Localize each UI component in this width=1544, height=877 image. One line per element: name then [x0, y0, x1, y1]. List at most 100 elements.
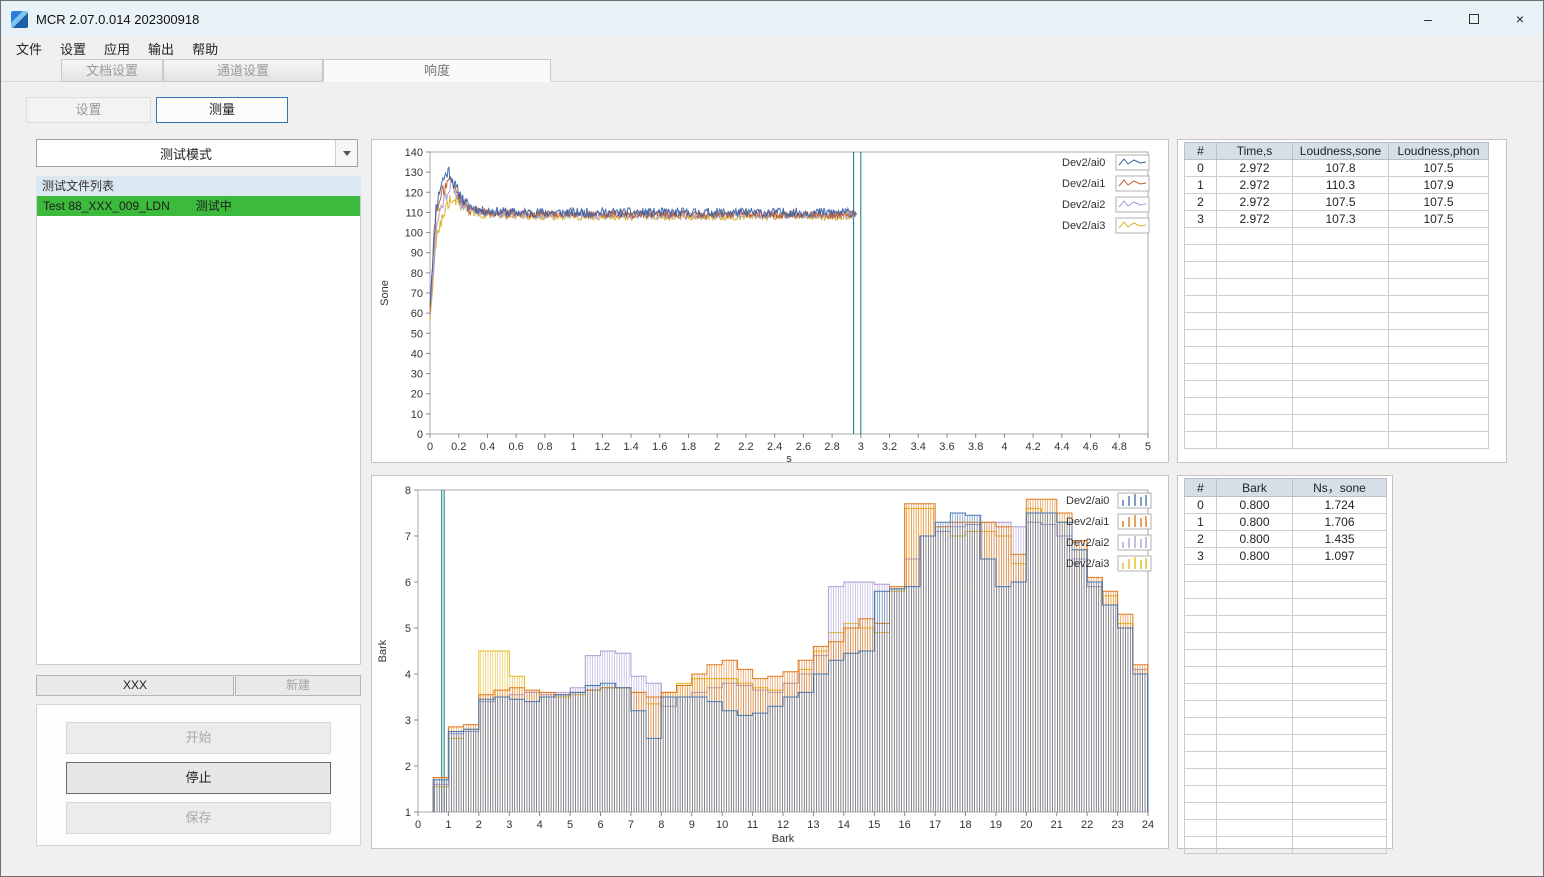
svg-text:1: 1 — [445, 819, 451, 831]
menu-help[interactable]: 帮助 — [183, 37, 227, 60]
column-header[interactable]: # — [1184, 478, 1217, 497]
svg-text:20: 20 — [411, 389, 423, 401]
svg-text:11: 11 — [747, 819, 758, 831]
svg-text:1: 1 — [405, 807, 411, 819]
table-row[interactable]: 2 2.972 107.5 107.5 — [1184, 193, 1489, 211]
svg-text:4.2: 4.2 — [1025, 441, 1040, 453]
svg-text:4: 4 — [405, 669, 411, 681]
column-header[interactable]: Loudness,sone — [1292, 142, 1389, 160]
svg-text:60: 60 — [411, 308, 423, 320]
svg-text:0.4: 0.4 — [480, 441, 495, 453]
svg-text:5: 5 — [1145, 441, 1151, 453]
table-empty-row — [1184, 564, 1387, 582]
svg-text:Dev2/ai0: Dev2/ai0 — [1062, 157, 1105, 169]
table-empty-row — [1184, 329, 1489, 347]
close-button[interactable]: × — [1497, 1, 1543, 37]
svg-text:30: 30 — [411, 369, 423, 381]
menu-file[interactable]: 文件 — [7, 37, 51, 60]
svg-text:80: 80 — [411, 268, 423, 280]
table-row[interactable]: 2 0.800 1.435 — [1184, 530, 1387, 548]
svg-text:3.2: 3.2 — [882, 441, 897, 453]
svg-text:13: 13 — [807, 819, 819, 831]
table-empty-row — [1184, 227, 1489, 245]
svg-text:0: 0 — [415, 819, 421, 831]
svg-text:Dev2/ai3: Dev2/ai3 — [1066, 558, 1109, 570]
table-empty-row — [1184, 734, 1387, 752]
svg-text:10: 10 — [411, 409, 423, 421]
column-header[interactable]: Time,s — [1216, 142, 1293, 160]
svg-text:3: 3 — [858, 441, 864, 453]
table-empty-row — [1184, 785, 1387, 803]
svg-text:1.4: 1.4 — [623, 441, 638, 453]
menu-settings[interactable]: 设置 — [51, 37, 95, 60]
svg-text:19: 19 — [990, 819, 1002, 831]
svg-text:6: 6 — [597, 819, 603, 831]
test-file-list[interactable]: Test 88_XXX_009_LDN 测试中 — [36, 196, 361, 665]
table-row[interactable]: 0 0.800 1.724 — [1184, 496, 1387, 514]
table-empty-row — [1184, 683, 1387, 701]
table-empty-row — [1184, 261, 1489, 279]
svg-text:3.6: 3.6 — [939, 441, 954, 453]
svg-text:100: 100 — [405, 228, 423, 240]
tab-loudness[interactable]: 响度 — [323, 59, 551, 82]
column-header[interactable]: # — [1184, 142, 1217, 160]
column-header[interactable]: Ns，sone — [1292, 478, 1387, 497]
svg-text:8: 8 — [658, 819, 664, 831]
dropdown-button[interactable] — [335, 140, 357, 166]
table-empty-row — [1184, 717, 1387, 735]
specific-loudness-chart[interactable]: 123456780 1 2 3 4 5 6 7 8 9 10 11 12 13 14 15 16 17 18 19 20… — [372, 476, 1168, 848]
column-header[interactable]: Loudness,phon — [1388, 142, 1489, 160]
svg-text:Sone: Sone — [379, 280, 391, 306]
svg-text:7: 7 — [405, 531, 411, 543]
svg-text:2.2: 2.2 — [738, 441, 753, 453]
svg-text:Dev2/ai1: Dev2/ai1 — [1062, 178, 1105, 190]
table-empty-row — [1184, 397, 1489, 415]
table-empty-row — [1184, 244, 1489, 262]
minimize-button[interactable]: – — [1405, 1, 1451, 37]
xxx-button[interactable]: XXX — [36, 675, 234, 696]
list-item-test-file[interactable]: Test 88_XXX_009_LDN 测试中 — [37, 196, 360, 216]
app-window: MCR 2.07.0.014 202300918 – × 文件 设置 应用 输出… — [0, 0, 1544, 877]
start-button[interactable]: 开始 — [66, 722, 331, 754]
subtab-settings[interactable]: 设置 — [26, 97, 151, 123]
table-row[interactable]: 1 0.800 1.706 — [1184, 513, 1387, 531]
svg-text:90: 90 — [411, 248, 423, 260]
table-empty-row — [1184, 431, 1489, 449]
table-empty-row — [1184, 649, 1387, 667]
svg-text:9: 9 — [689, 819, 695, 831]
menu-bar: 文件 设置 应用 输出 帮助 — [1, 37, 1543, 59]
svg-text:4: 4 — [1001, 441, 1007, 453]
save-button[interactable]: 保存 — [66, 802, 331, 834]
table-row[interactable]: 0 2.972 107.8 107.5 — [1184, 159, 1489, 177]
menu-output[interactable]: 输出 — [139, 37, 183, 60]
tab-channel-settings[interactable]: 通道设置 — [163, 59, 323, 82]
column-header[interactable]: Bark — [1216, 478, 1293, 497]
loudness-time-chart[interactable]: 0 10 20 30 40 50 60 70 80 90 100 110 120 130 140 0 0.2 0.… — [372, 140, 1168, 462]
subtab-measure[interactable]: 测量 — [156, 97, 288, 123]
table-row[interactable]: 3 0.800 1.097 — [1184, 547, 1387, 565]
table-empty-row — [1184, 312, 1489, 330]
svg-text:2: 2 — [476, 819, 482, 831]
stop-button[interactable]: 停止 — [66, 762, 331, 794]
table-empty-row — [1184, 414, 1489, 432]
svg-text:s: s — [786, 453, 792, 462]
svg-text:1.6: 1.6 — [652, 441, 667, 453]
svg-text:50: 50 — [411, 328, 423, 340]
svg-text:2: 2 — [714, 441, 720, 453]
svg-text:0.6: 0.6 — [509, 441, 524, 453]
bark-results-table: # Bark Ns，sone 0 0.800 1.724 1 0.800 1.706 2 0.800… — [1184, 478, 1387, 854]
table-empty-row — [1184, 666, 1387, 684]
table-row[interactable]: 3 2.972 107.3 107.5 — [1184, 210, 1489, 228]
svg-text:140: 140 — [405, 147, 423, 159]
test-mode-dropdown[interactable]: 测试模式 — [36, 139, 358, 167]
app-logo-icon — [11, 10, 28, 28]
tab-document-settings[interactable]: 文档设置 — [61, 59, 163, 82]
title-bar: MCR 2.07.0.014 202300918 – × — [1, 1, 1543, 37]
maximize-button[interactable] — [1451, 1, 1497, 37]
new-button[interactable]: 新建 — [235, 675, 361, 696]
menu-apply[interactable]: 应用 — [95, 37, 139, 60]
svg-text:Dev2/ai2: Dev2/ai2 — [1062, 199, 1105, 211]
svg-text:110: 110 — [405, 207, 423, 219]
window-title: MCR 2.07.0.014 202300918 — [36, 11, 200, 27]
table-row[interactable]: 1 2.972 110.3 107.9 — [1184, 176, 1489, 194]
